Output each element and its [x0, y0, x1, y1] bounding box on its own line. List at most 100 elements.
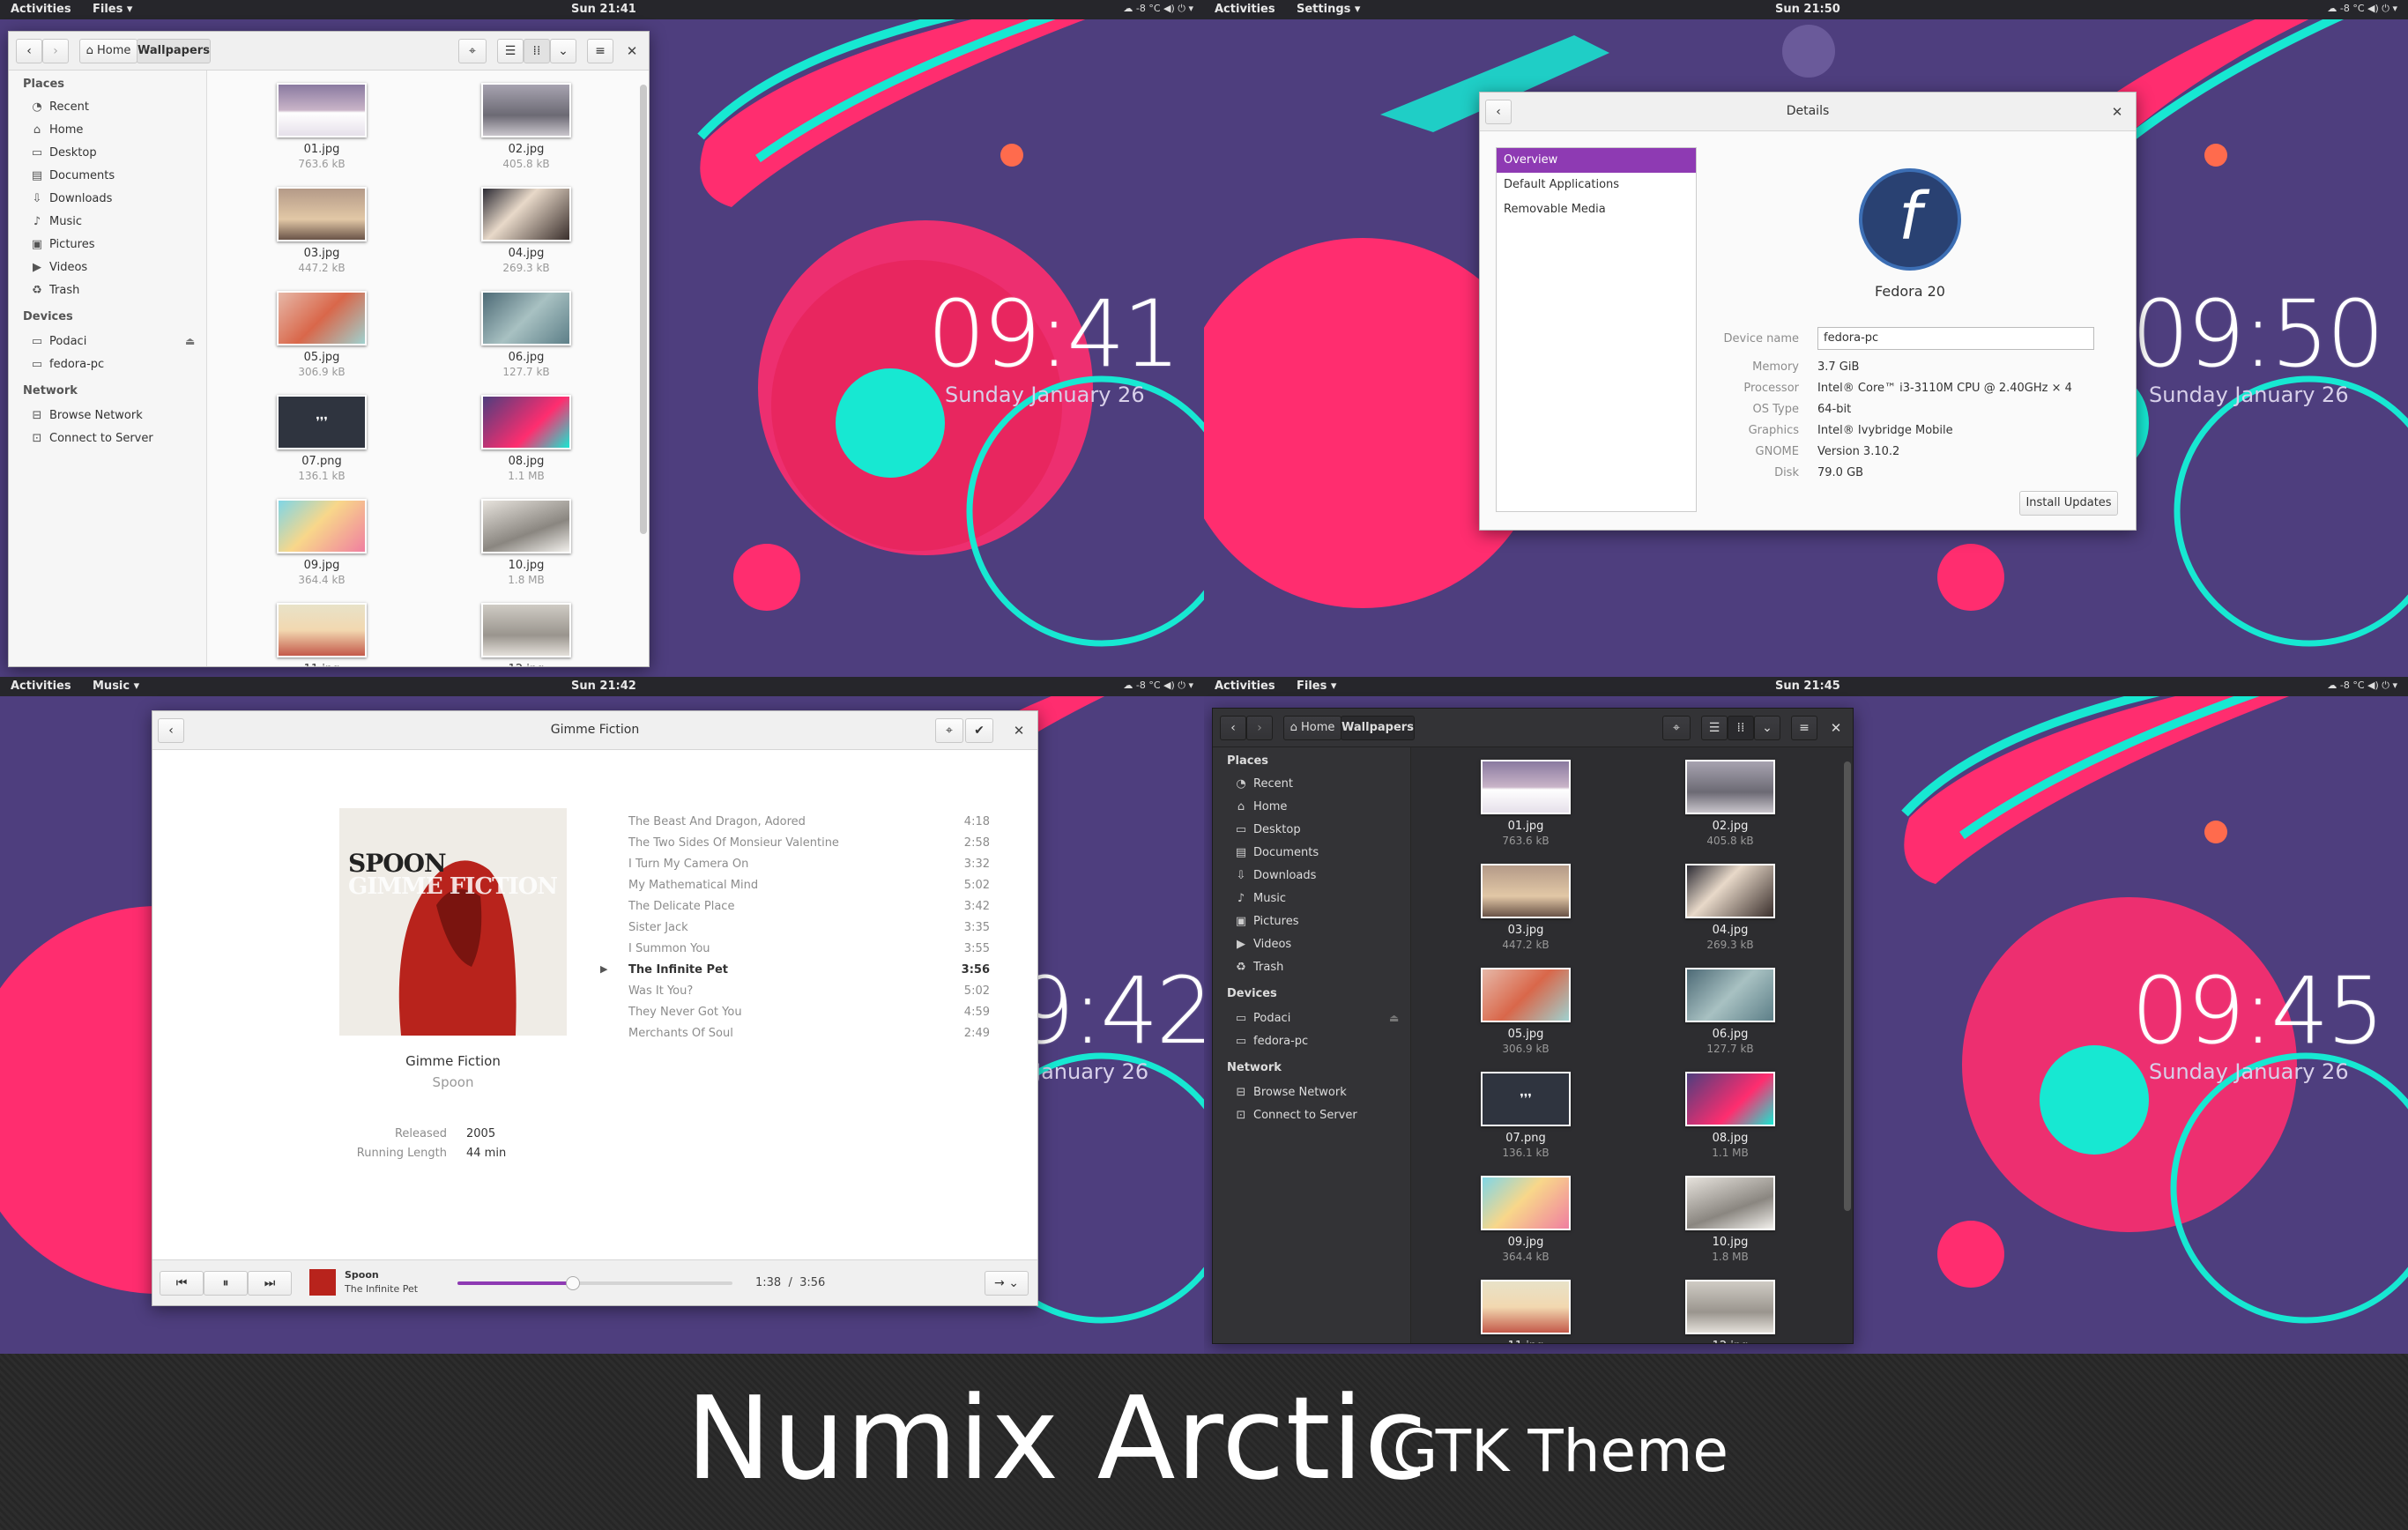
track-title[interactable]: I Summon You	[628, 942, 710, 955]
track-title[interactable]: The Delicate Place	[628, 900, 734, 913]
track-title[interactable]: Was It You?	[628, 984, 693, 998]
forward-button[interactable]: ›	[1246, 716, 1273, 740]
file-item[interactable]: 10.jpg 1.8 MB	[473, 499, 579, 586]
clock-time[interactable]: Sun 21:42	[571, 680, 636, 693]
file-item[interactable]: 12.jpg	[473, 603, 579, 666]
file-item[interactable]: ❜❜❜ 07.png 136.1 kB	[1473, 1072, 1579, 1159]
app-menu[interactable]: Files ▾	[1297, 680, 1336, 693]
close-button[interactable]: ✕	[1007, 719, 1030, 742]
location-button[interactable]: ⌖	[1662, 716, 1691, 740]
progress-slider[interactable]	[457, 1276, 732, 1290]
sidebar-network-0[interactable]: ⊟ Browse Network	[1234, 1086, 1347, 1099]
sidebar-item-trash[interactable]: ♻ Trash	[30, 284, 79, 297]
view-options-button[interactable]: ⌄	[1754, 716, 1780, 740]
next-button[interactable]: ⏭	[248, 1271, 292, 1296]
repeat-mode-button[interactable]: → ⌄	[985, 1271, 1029, 1296]
file-item[interactable]: 06.jpg 127.7 kB	[1677, 968, 1783, 1055]
eject-icon[interactable]: ⏏	[1389, 1012, 1399, 1024]
file-item[interactable]: 03.jpg 447.2 kB	[269, 187, 375, 274]
status-area[interactable]: ☁ -8 °C ◀) ⏻ ▾	[1123, 680, 1193, 692]
back-button[interactable]: ‹	[16, 39, 42, 63]
sidebar-item-downloads[interactable]: ⇩ Downloads	[30, 192, 113, 205]
file-item[interactable]: 05.jpg 306.9 kB	[269, 291, 375, 378]
file-item[interactable]: 09.jpg 364.4 kB	[269, 499, 375, 586]
sidebar-device-1[interactable]: ▭ fedora-pc	[1234, 1035, 1308, 1048]
sidebar-item-videos[interactable]: ▶ Videos	[30, 261, 87, 274]
sidebar-device-0[interactable]: ▭ Podaci	[30, 335, 86, 348]
device-name-field[interactable]: fedora-pc	[1817, 327, 2094, 350]
sidebar-item-trash[interactable]: ♻ Trash	[1234, 961, 1283, 974]
breadcrumb-home[interactable]: ⌂ Home	[79, 39, 137, 63]
track-title[interactable]: I Turn My Camera On	[628, 858, 748, 871]
select-button[interactable]: ⌖	[935, 718, 963, 743]
list-view-button[interactable]: ☰	[497, 39, 524, 63]
status-area[interactable]: ☁ -8 °C ◀) ⏻ ▾	[2327, 680, 2397, 692]
breadcrumb-current[interactable]: Wallpapers	[1341, 716, 1415, 740]
status-area[interactable]: ☁ -8 °C ◀) ⏻ ▾	[1123, 3, 1193, 15]
nav-overview[interactable]: Overview	[1497, 148, 1696, 173]
close-button[interactable]: ✕	[1825, 717, 1847, 739]
progress-handle[interactable]	[566, 1276, 581, 1290]
sidebar-item-recent[interactable]: ◔ Recent	[30, 100, 89, 114]
file-item[interactable]: 01.jpg 763.6 kB	[1473, 760, 1579, 847]
sidebar-item-home[interactable]: ⌂ Home	[30, 123, 84, 137]
status-area[interactable]: ☁ -8 °C ◀) ⏻ ▾	[2327, 3, 2397, 15]
sidebar-item-desktop[interactable]: ▭ Desktop	[30, 146, 97, 160]
file-item[interactable]: 05.jpg 306.9 kB	[1473, 968, 1579, 1055]
track-title[interactable]: They Never Got You	[628, 1006, 742, 1019]
nav-default-applications[interactable]: Default Applications	[1497, 173, 1696, 197]
menu-button[interactable]: ≡	[1791, 716, 1817, 740]
sidebar-item-music[interactable]: ♪ Music	[30, 215, 82, 228]
close-button[interactable]: ✕	[621, 40, 643, 63]
track-title[interactable]: The Infinite Pet	[628, 963, 728, 977]
file-item[interactable]: 10.jpg 1.8 MB	[1677, 1176, 1783, 1263]
track-title[interactable]: My Mathematical Mind	[628, 879, 758, 892]
list-view-button[interactable]: ☰	[1701, 716, 1728, 740]
file-item[interactable]: 11.jpg	[1473, 1280, 1579, 1343]
file-item[interactable]: 03.jpg 447.2 kB	[1473, 864, 1579, 951]
breadcrumb-current[interactable]: Wallpapers	[137, 39, 211, 63]
pause-button[interactable]: ⏸	[204, 1271, 248, 1296]
scrollbar[interactable]	[640, 85, 647, 534]
file-item[interactable]: 08.jpg 1.1 MB	[1677, 1072, 1783, 1159]
file-item[interactable]: 08.jpg 1.1 MB	[473, 395, 579, 482]
sidebar-item-downloads[interactable]: ⇩ Downloads	[1234, 869, 1317, 882]
sidebar-device-0[interactable]: ▭ Podaci	[1234, 1012, 1290, 1025]
track-title[interactable]: The Two Sides Of Monsieur Valentine	[628, 836, 839, 850]
back-button[interactable]: ‹	[1220, 716, 1246, 740]
app-menu[interactable]: Music ▾	[93, 680, 139, 693]
close-button[interactable]: ✕	[2106, 100, 2129, 123]
sidebar-item-videos[interactable]: ▶ Videos	[1234, 938, 1291, 951]
sidebar-item-pictures[interactable]: ▣ Pictures	[30, 238, 95, 251]
activities-button[interactable]: Activities	[1215, 680, 1275, 693]
sidebar-item-pictures[interactable]: ▣ Pictures	[1234, 915, 1299, 928]
file-item[interactable]: 04.jpg 269.3 kB	[1677, 864, 1783, 951]
previous-button[interactable]: ⏮	[160, 1271, 204, 1296]
file-item[interactable]: 11.jpg	[269, 603, 375, 666]
activities-button[interactable]: Activities	[11, 3, 71, 16]
sidebar-network-1[interactable]: ⊡ Connect to Server	[1234, 1109, 1357, 1122]
location-button[interactable]: ⌖	[458, 39, 487, 63]
app-menu[interactable]: Settings ▾	[1297, 3, 1360, 16]
file-item[interactable]: 02.jpg 405.8 kB	[473, 83, 579, 170]
sidebar-item-documents[interactable]: ▤ Documents	[1234, 846, 1319, 859]
sidebar-item-desktop[interactable]: ▭ Desktop	[1234, 823, 1301, 836]
install-updates-button[interactable]: Install Updates	[2019, 491, 2118, 516]
sidebar-item-music[interactable]: ♪ Music	[1234, 892, 1286, 905]
file-item[interactable]: ❜❜❜ 07.png 136.1 kB	[269, 395, 375, 482]
file-item[interactable]: 02.jpg 405.8 kB	[1677, 760, 1783, 847]
forward-button[interactable]: ›	[42, 39, 69, 63]
file-item[interactable]: 09.jpg 364.4 kB	[1473, 1176, 1579, 1263]
track-title[interactable]: Sister Jack	[628, 921, 688, 934]
clock-time[interactable]: Sun 21:50	[1775, 3, 1840, 16]
activities-button[interactable]: Activities	[1215, 3, 1275, 16]
grid-view-button[interactable]: ⁞⁞	[524, 39, 550, 63]
scrollbar[interactable]	[1844, 761, 1851, 1211]
sidebar-item-documents[interactable]: ▤ Documents	[30, 169, 115, 182]
file-item[interactable]: 06.jpg 127.7 kB	[473, 291, 579, 378]
breadcrumb-home[interactable]: ⌂ Home	[1283, 716, 1341, 740]
eject-icon[interactable]: ⏏	[185, 335, 195, 347]
sidebar-item-recent[interactable]: ◔ Recent	[1234, 777, 1293, 791]
clock-time[interactable]: Sun 21:41	[571, 3, 636, 16]
app-menu[interactable]: Files ▾	[93, 3, 132, 16]
